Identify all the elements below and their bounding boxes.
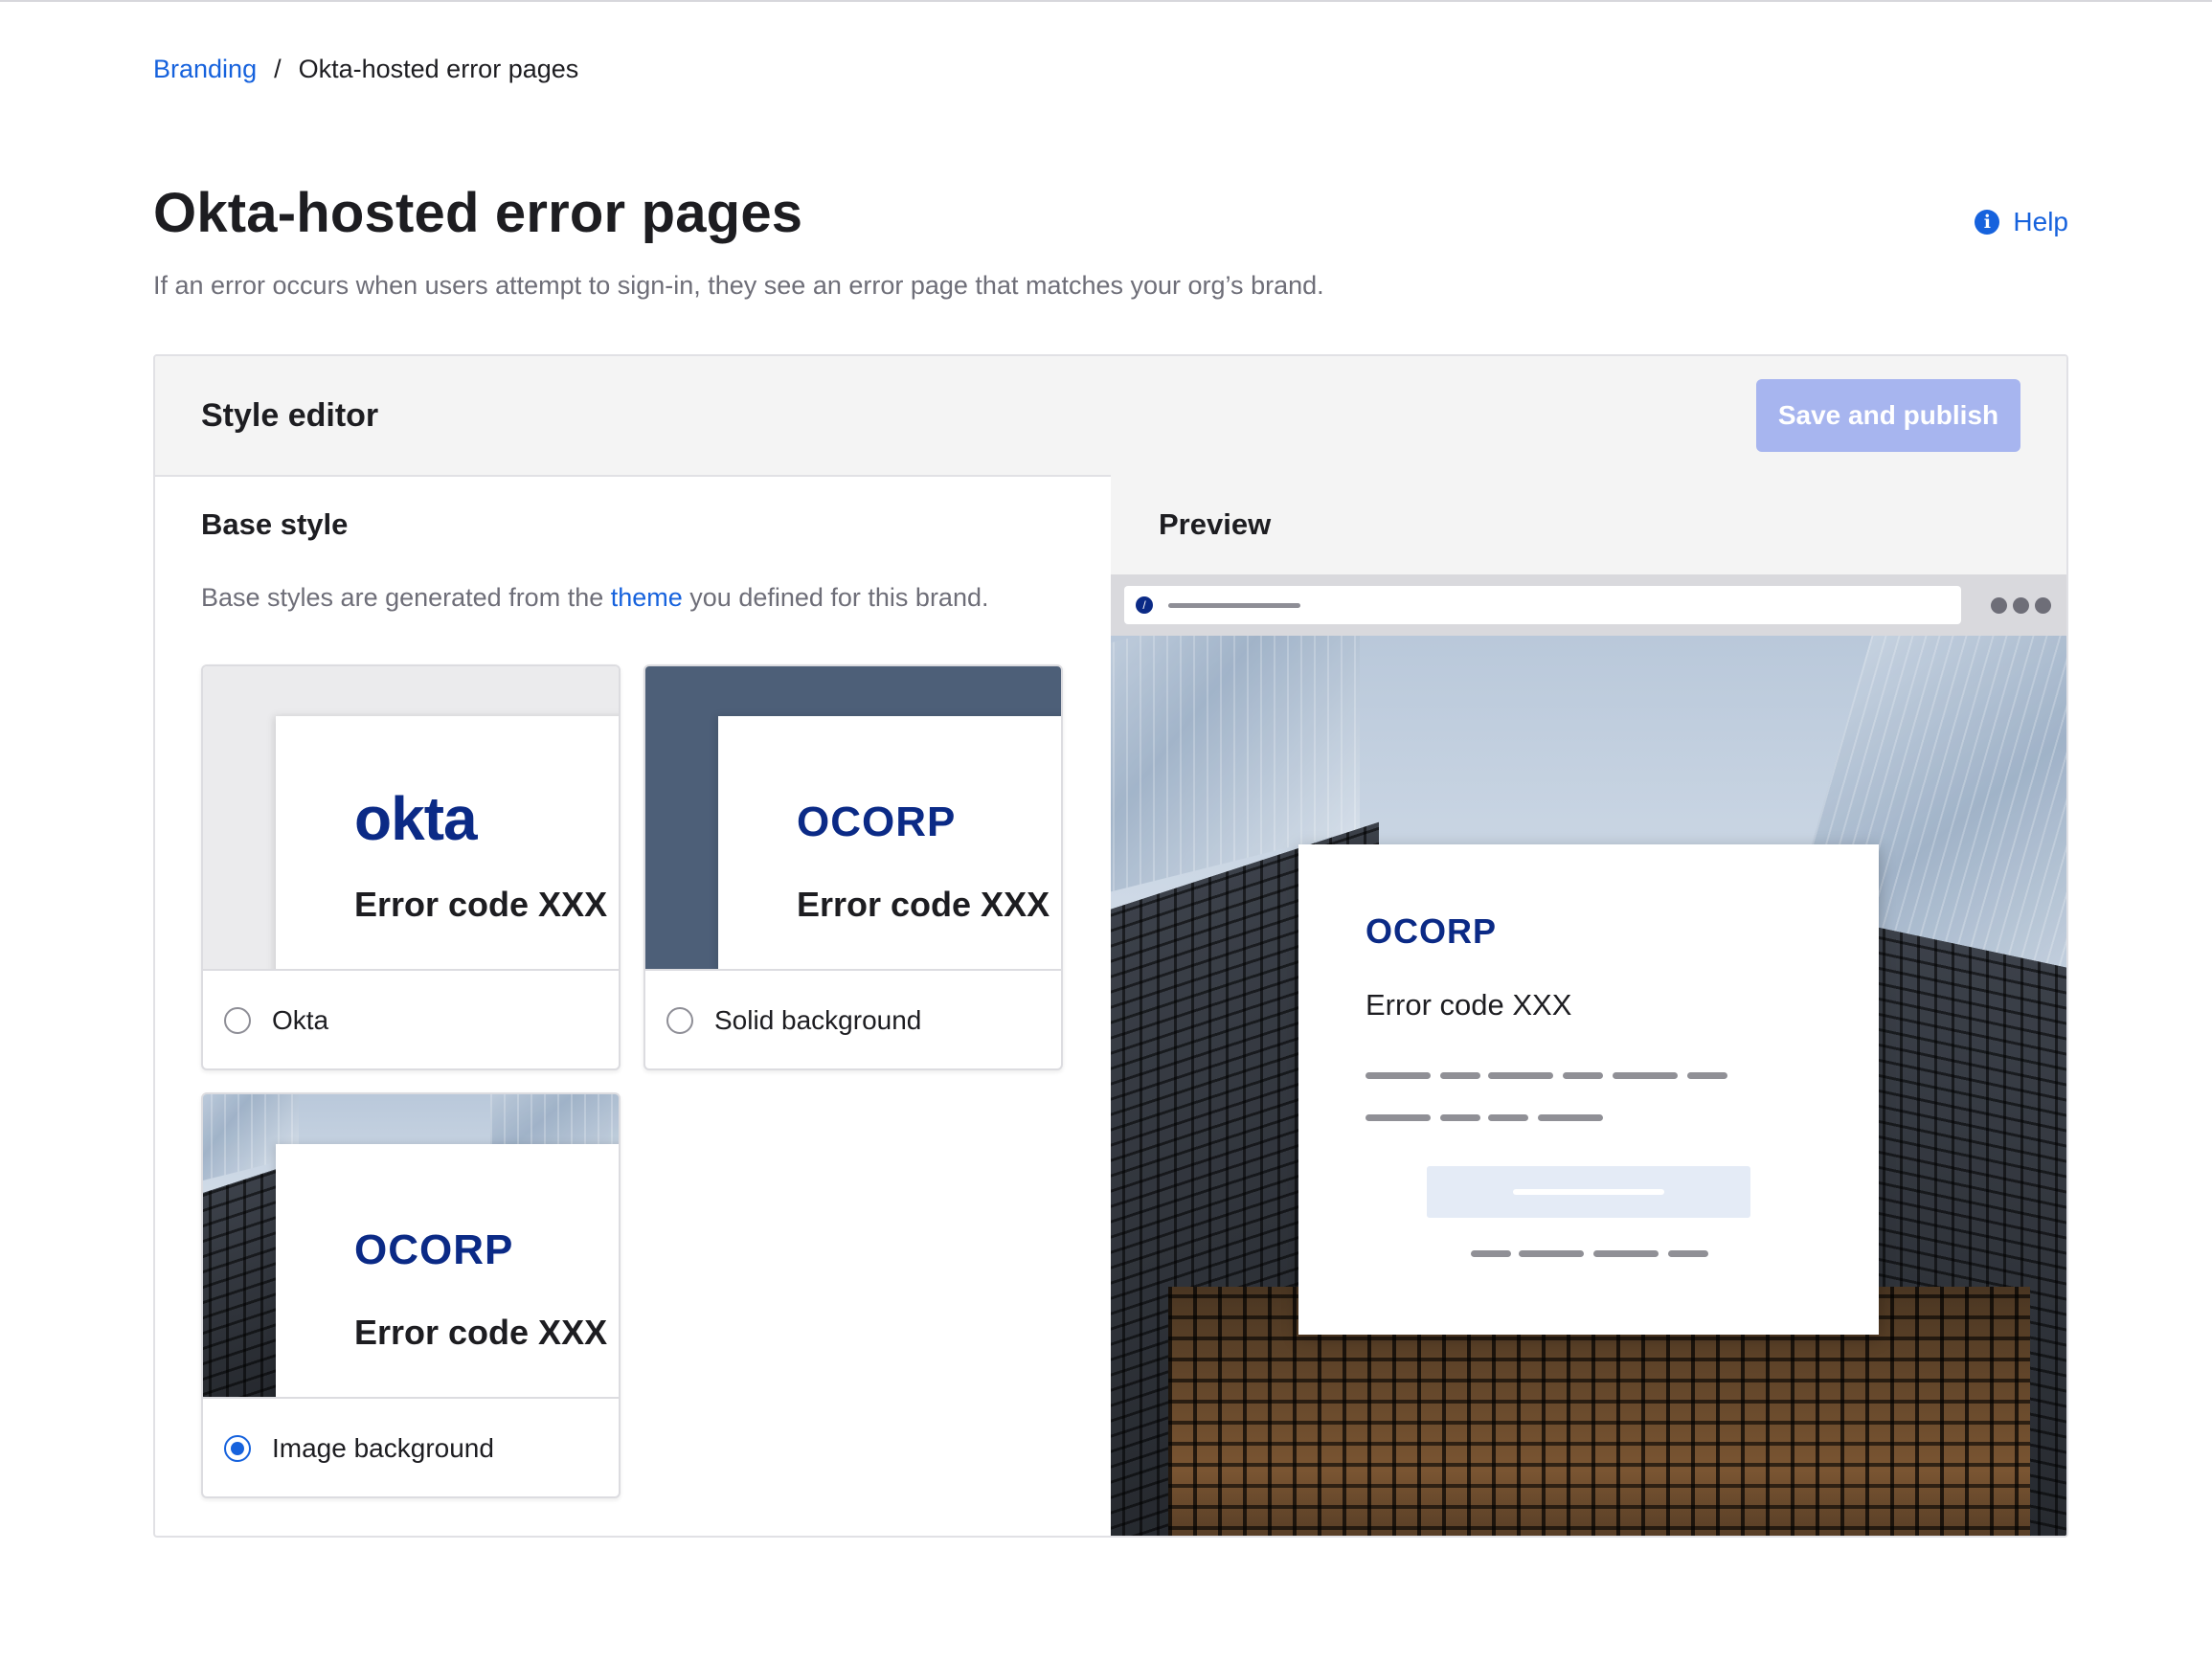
- style-option-thumbnail: OCORP Error code XXX: [645, 666, 1061, 971]
- preview-background-image: OCORP Error code XXX: [1111, 636, 2066, 1536]
- placeholder-text-line: [1519, 1250, 1584, 1257]
- preview-column: Preview / OCORP Error code XXX: [1111, 475, 2066, 1536]
- placeholder-text-line: [1440, 1114, 1480, 1121]
- style-editor-header: Style editor Save and publish: [155, 356, 2066, 477]
- thumbnail-error-code: Error code XXX: [354, 885, 608, 924]
- base-style-description: Base styles are generated from the theme…: [201, 578, 988, 617]
- preview-placeholder-button: [1427, 1166, 1750, 1218]
- radio-image-background[interactable]: [224, 1435, 251, 1462]
- help-label: Help: [2013, 207, 2068, 236]
- thumbnail-error-card: OCORP Error code XXX: [276, 1144, 619, 1397]
- base-style-desc-text: Base styles are generated from the: [201, 583, 611, 612]
- breadcrumb-branding-link[interactable]: Branding: [153, 50, 257, 88]
- thumbnail-error-code: Error code XXX: [354, 1313, 608, 1352]
- preview-title: Preview: [1159, 507, 1272, 541]
- style-option-footer: Image background: [203, 1399, 619, 1496]
- style-option-thumbnail: okta Error code XXX: [203, 666, 619, 971]
- breadcrumb-separator: /: [274, 55, 282, 83]
- browser-menu-icon: [1991, 597, 2051, 614]
- style-option-solid-background[interactable]: OCORP Error code XXX Solid background: [643, 664, 1063, 1070]
- breadcrumb: Branding / Okta-hosted error pages: [153, 50, 578, 88]
- placeholder-text-line: [1563, 1072, 1603, 1079]
- style-option-label: Okta: [272, 1005, 329, 1035]
- thumbnail-error-card: OCORP Error code XXX: [718, 716, 1061, 969]
- okta-logo: okta: [354, 784, 478, 853]
- thumbnail-error-code: Error code XXX: [797, 885, 1050, 924]
- placeholder-text-line: [1593, 1250, 1659, 1257]
- base-style-title: Base style: [201, 507, 349, 541]
- preview-brand-logo: OCORP: [1366, 911, 1498, 951]
- placeholder-text-line: [1471, 1250, 1511, 1257]
- url-placeholder-line: [1168, 603, 1300, 608]
- save-and-publish-button[interactable]: Save and publish: [1756, 379, 2020, 452]
- style-option-image-background[interactable]: OCORP Error code XXX Image background: [201, 1092, 621, 1498]
- base-style-desc-text-end: you defined for this brand.: [682, 583, 989, 612]
- ocorp-logo: OCORP: [354, 1226, 514, 1273]
- style-option-footer: Solid background: [645, 971, 1061, 1068]
- style-option-label: Solid background: [714, 1005, 922, 1035]
- theme-link[interactable]: theme: [611, 583, 683, 612]
- style-option-footer: Okta: [203, 971, 619, 1068]
- page-title: Okta-hosted error pages: [153, 182, 803, 244]
- style-option-okta[interactable]: okta Error code XXX Okta: [201, 664, 621, 1070]
- browser-chrome: /: [1111, 574, 2066, 636]
- info-circle-icon: i: [1975, 210, 2000, 235]
- placeholder-text-line: [1488, 1072, 1553, 1079]
- ocorp-logo: OCORP: [797, 798, 957, 845]
- placeholder-text-line: [1613, 1072, 1678, 1079]
- top-divider: [0, 0, 2212, 2]
- placeholder-text-line: [1687, 1072, 1727, 1079]
- placeholder-text-line: [1366, 1114, 1431, 1121]
- placeholder-text-line: [1538, 1114, 1603, 1121]
- placeholder-text-line: [1440, 1072, 1480, 1079]
- style-editor-title: Style editor: [201, 397, 379, 434]
- placeholder-text-line: [1488, 1114, 1528, 1121]
- radio-okta[interactable]: [224, 1007, 251, 1034]
- page-subtitle: If an error occurs when users attempt to…: [153, 271, 1324, 300]
- browser-url-field: /: [1124, 586, 1961, 624]
- placeholder-text-line: [1366, 1072, 1431, 1079]
- preview-error-code: Error code XXX: [1366, 988, 1572, 1022]
- style-option-label: Image background: [272, 1433, 494, 1463]
- radio-solid-background[interactable]: [666, 1007, 693, 1034]
- preview-error-card: OCORP Error code XXX: [1298, 844, 1879, 1335]
- thumbnail-error-card: okta Error code XXX: [276, 716, 619, 969]
- breadcrumb-current: Okta-hosted error pages: [298, 55, 579, 83]
- favicon-icon: /: [1136, 596, 1153, 614]
- placeholder-text-line: [1668, 1250, 1708, 1257]
- help-link[interactable]: i Help: [1975, 203, 2068, 241]
- style-option-thumbnail: OCORP Error code XXX: [203, 1094, 619, 1399]
